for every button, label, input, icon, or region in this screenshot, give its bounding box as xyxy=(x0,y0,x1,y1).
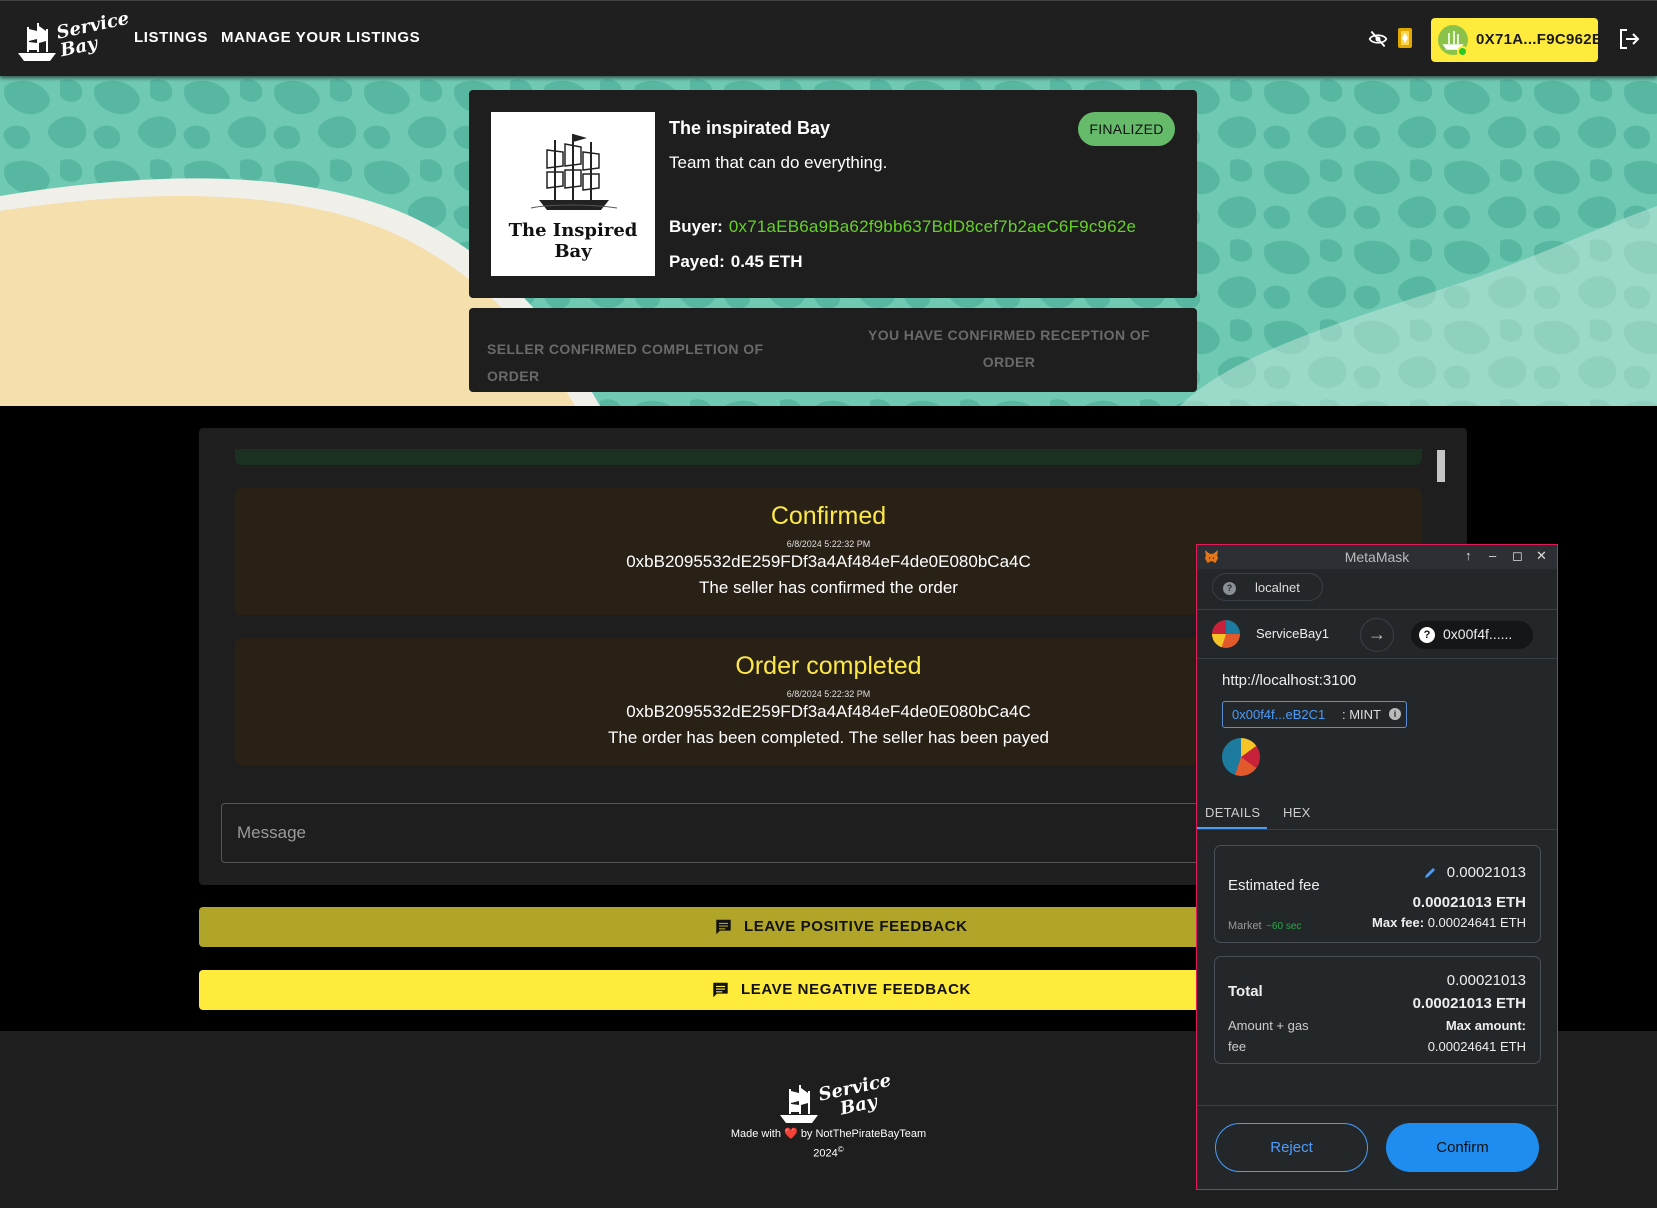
site-icon xyxy=(1222,738,1260,776)
max-fee-value: 0.00024641 ETH xyxy=(1427,915,1526,930)
total-eth: 0.00021013 ETH xyxy=(1412,995,1526,1012)
contract-method[interactable]: 0x00f4f...eB2C1 : MINT i xyxy=(1222,701,1407,728)
metamask-titlebar: MetaMask ↑ – ◻ ✕ xyxy=(1197,545,1557,569)
payed-value: 0.45 ETH xyxy=(730,252,803,271)
team-name: by NotThePirateBayTeam xyxy=(800,1128,927,1140)
footer-logo-text: Service Bay xyxy=(816,1069,894,1120)
payed-label: Payed: xyxy=(669,252,725,271)
confirm-button[interactable]: Confirm xyxy=(1386,1123,1539,1172)
account-name: ServiceBay1 xyxy=(1256,626,1329,641)
footer-year-value: 2024 xyxy=(813,1147,838,1160)
pin-icon[interactable]: ↑ xyxy=(1465,548,1472,563)
unknown-address-icon: ? xyxy=(1419,627,1435,643)
previous-message xyxy=(235,449,1422,465)
market-label: Market xyxy=(1228,920,1262,932)
connected-status-dot xyxy=(1457,46,1468,57)
network-selector[interactable]: ? localnet xyxy=(1212,573,1323,601)
maximize-icon[interactable]: ◻ xyxy=(1512,548,1523,564)
negative-feedback-label: LEAVE NEGATIVE FEEDBACK xyxy=(741,981,971,998)
listing-description: Team that can do everything. xyxy=(669,153,888,172)
logout-icon[interactable] xyxy=(1617,27,1641,51)
buyer-label: Buyer: xyxy=(669,217,723,236)
ship-illustration xyxy=(530,134,618,210)
max-fee-label: Max fee: xyxy=(1372,915,1425,930)
active-tab-indicator xyxy=(1197,827,1267,829)
destination-address[interactable]: ? 0x00f4f...... xyxy=(1411,621,1533,649)
footer-divider xyxy=(1197,1105,1557,1106)
footer-logo[interactable]: Service Bay xyxy=(778,1070,893,1127)
chat-bubble-icon xyxy=(713,982,728,998)
metamask-popup: MetaMask ↑ – ◻ ✕ ? localnet ServiceBay1 … xyxy=(1196,544,1558,1190)
order-steps: SELLER CONFIRMED COMPLETION OF ORDER YOU… xyxy=(469,308,1197,392)
logo-text: Service Bay xyxy=(54,7,132,62)
destination-address-label: 0x00f4f...... xyxy=(1443,626,1513,642)
message-placeholder: Message xyxy=(237,823,306,842)
listing-image-caption: The Inspired Bay xyxy=(508,220,638,262)
ship-icon xyxy=(18,23,56,61)
eye-off-icon[interactable] xyxy=(1368,29,1388,49)
reject-button[interactable]: Reject xyxy=(1215,1123,1368,1172)
tab-hex[interactable]: HEX xyxy=(1283,805,1311,820)
step-seller-confirmed: SELLER CONFIRMED COMPLETION OF ORDER xyxy=(487,341,764,384)
network-name: localnet xyxy=(1255,580,1300,595)
chat-scrollbar[interactable] xyxy=(1437,450,1445,482)
listing-image: The Inspired Bay xyxy=(491,112,655,276)
estimated-fee-box: Estimated fee 0.00021013 0.00021013 ETH … xyxy=(1214,845,1541,943)
made-with-text: Made with xyxy=(730,1128,781,1140)
info-icon[interactable]: i xyxy=(1389,708,1401,720)
request-origin: http://localhost:3100 xyxy=(1222,672,1357,689)
max-amount-label: Max amount: xyxy=(1445,1018,1526,1033)
step-buyer-confirmed: YOU HAVE CONFIRMED RECEPTION OF ORDER xyxy=(867,327,1151,370)
listing-title: The inspirated Bay xyxy=(669,118,831,138)
tab-details[interactable]: DETAILS xyxy=(1205,805,1260,820)
service-bay-logo[interactable]: Service Bay xyxy=(16,8,131,65)
estimated-fee-value: 0.00021013 xyxy=(1446,864,1526,881)
buyer-line: Buyer: 0x71aEB6a9Ba62f9bb637BdD8cef7b2aeC… xyxy=(669,217,1136,237)
positive-feedback-label: LEAVE POSITIVE FEEDBACK xyxy=(744,918,968,935)
total-box: Total 0.00021013 0.00021013 ETH Amount +… xyxy=(1214,956,1541,1064)
tx-tabs: DETAILS HEX xyxy=(1197,795,1557,830)
nav-listings-link[interactable]: LISTINGS xyxy=(134,29,208,46)
amount-gas-label: Amount + gas xyxy=(1228,1018,1309,1033)
network-question-icon: ? xyxy=(1223,582,1236,595)
max-amount-value: 0.00024641 ETH xyxy=(1427,1039,1526,1054)
chat-bubble-icon xyxy=(716,919,731,935)
top-navbar: Service Bay LISTINGS MANAGE YOUR LISTING… xyxy=(0,0,1657,76)
total-label: Total xyxy=(1228,983,1263,1000)
payed-line: Payed: 0.45 ETH xyxy=(669,252,803,272)
token-icon[interactable] xyxy=(1396,27,1414,49)
wallet-address: 0X71A...F9C962E xyxy=(1476,31,1603,48)
market-label-row: Market ~60 sec xyxy=(1228,916,1301,934)
status-badge: FINALIZED xyxy=(1078,112,1175,146)
fee-label: fee xyxy=(1228,1039,1247,1054)
nav-manage-listings-link[interactable]: MANAGE YOUR LISTINGS xyxy=(221,29,420,46)
contract-function: : MINT xyxy=(1342,707,1381,722)
order-card: The Inspired Bay The inspirated Bay Team… xyxy=(469,90,1197,298)
arrow-right-icon: → xyxy=(1360,618,1394,652)
account-avatar xyxy=(1212,620,1240,648)
estimated-fee-label: Estimated fee xyxy=(1228,877,1320,894)
minimize-icon[interactable]: – xyxy=(1489,548,1496,563)
contract-address[interactable]: 0x00f4f...eB2C1 xyxy=(1232,707,1325,722)
estimated-fee-eth: 0.00021013 ETH xyxy=(1412,894,1526,911)
copyright-symbol: © xyxy=(837,1145,844,1154)
metamask-title: MetaMask xyxy=(1344,549,1410,565)
max-fee-row: Max fee: 0.00024641 ETH xyxy=(1372,915,1526,930)
buyer-address[interactable]: 0x71aEB6a9Ba62f9bb637BdD8cef7b2aeC6F9c96… xyxy=(729,217,1136,236)
heart-icon: ❤️ xyxy=(784,1128,798,1140)
wallet-button[interactable]: 0X71A...F9C962E xyxy=(1431,18,1602,62)
account-row: ServiceBay1 → ? 0x00f4f...... xyxy=(1197,609,1557,659)
message-title: Confirmed xyxy=(770,502,887,530)
ship-icon xyxy=(780,1085,818,1123)
close-icon[interactable]: ✕ xyxy=(1536,548,1547,564)
edit-pencil-icon[interactable] xyxy=(1423,866,1437,880)
total-value: 0.00021013 xyxy=(1446,972,1526,989)
market-time: ~60 sec xyxy=(1266,921,1302,932)
